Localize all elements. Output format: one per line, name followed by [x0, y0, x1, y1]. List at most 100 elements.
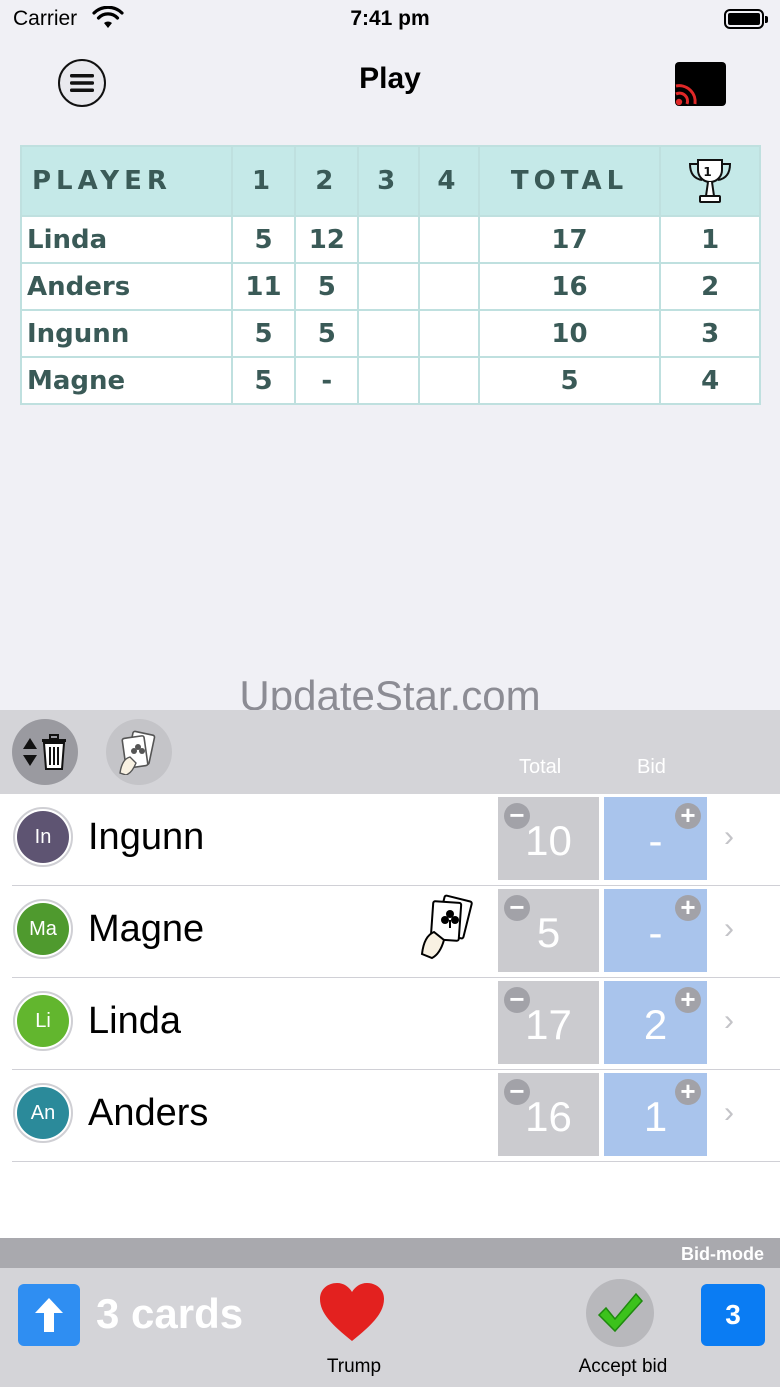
cast-icon	[675, 84, 697, 106]
header-round-2: 2	[294, 145, 360, 217]
row-round-4	[417, 309, 480, 358]
row-total: 5	[477, 356, 662, 405]
player-name: Magne	[88, 908, 205, 950]
row-round-2: 12	[294, 215, 360, 264]
status-bar: Carrier 7:41 pm	[0, 0, 780, 40]
total-value: 16	[525, 1093, 572, 1140]
avatar: Ma	[13, 899, 73, 959]
row-round-2: 5	[294, 262, 360, 311]
table-row: Linda 5 12 17 1	[20, 215, 761, 264]
row-player-name: Magne	[20, 356, 233, 405]
bid-value: -	[648, 909, 663, 956]
player-name: Ingunn	[88, 816, 205, 858]
header-total: TOTAL	[477, 145, 662, 217]
row-player-name: Ingunn	[20, 309, 233, 358]
row-round-4	[417, 262, 480, 311]
mode-label: Bid-mode	[681, 1244, 764, 1264]
row-place: 4	[659, 356, 761, 405]
list-item[interactable]: In Ingunn − 10 + - ›	[0, 794, 780, 886]
trophy-icon: 1	[689, 159, 732, 203]
score-table-header: PLAYER 1 2 3 4 TOTAL 1	[20, 145, 761, 217]
row-round-1: 5	[230, 215, 297, 264]
score-table: PLAYER 1 2 3 4 TOTAL 1 Linda 5 12 17 1 A…	[20, 145, 761, 405]
bid-value: 2	[643, 1001, 668, 1048]
avatar: In	[13, 807, 73, 867]
cards-up-button[interactable]	[18, 1284, 80, 1346]
table-row: Anders 11 5 16 2	[20, 262, 761, 311]
list-item[interactable]: Li Linda − 17 + 2 ›	[0, 978, 780, 1070]
avatar: An	[13, 1083, 73, 1143]
row-place: 3	[659, 309, 761, 358]
row-round-4	[417, 356, 480, 405]
row-player-name: Linda	[20, 215, 233, 264]
row-round-3	[357, 262, 420, 311]
chevron-right-icon[interactable]: ›	[724, 1004, 734, 1038]
accept-bid-button[interactable]	[586, 1279, 654, 1347]
total-value: 5	[536, 909, 561, 956]
clock-label: 7:41 pm	[350, 7, 430, 30]
chevron-right-icon[interactable]: ›	[724, 1096, 734, 1130]
battery-icon	[724, 9, 768, 29]
row-round-1: 5	[230, 309, 297, 358]
svg-text:1: 1	[703, 165, 716, 179]
bid-cell: + 1	[604, 1073, 707, 1156]
row-total: 17	[477, 215, 662, 264]
row-round-2: -	[294, 356, 360, 405]
list-item[interactable]: Ma Magne − 5 + - ›	[0, 886, 780, 978]
reorder-delete-button[interactable]	[12, 719, 78, 785]
avatar-initials: Ma	[17, 903, 69, 955]
row-place: 2	[659, 262, 761, 311]
bid-cell: + -	[604, 889, 707, 972]
bid-column-header: Bid	[637, 756, 666, 778]
total-cell: − 17	[498, 981, 599, 1064]
table-row: Magne 5 - 5 4	[20, 356, 761, 405]
header-round-3: 3	[357, 145, 420, 217]
avatar-initials: Li	[17, 995, 69, 1047]
header-round-1: 1	[230, 145, 297, 217]
arrow-up-icon	[35, 1298, 63, 1332]
round-number-button[interactable]: 3	[701, 1284, 765, 1346]
avatar-initials: An	[17, 1087, 69, 1139]
total-cell: − 10	[498, 797, 599, 880]
cards-icon	[119, 730, 156, 775]
bid-value: 1	[643, 1093, 668, 1140]
total-cell: − 16	[498, 1073, 599, 1156]
row-round-3	[357, 309, 420, 358]
page-title: Play	[359, 62, 421, 95]
bid-cell: + -	[604, 797, 707, 880]
row-round-1: 5	[230, 356, 297, 405]
dealer-cards-icon	[418, 892, 482, 967]
header-place: 1	[659, 145, 761, 217]
player-name: Linda	[88, 1000, 181, 1042]
trump-label: Trump	[326, 1356, 382, 1377]
list-item[interactable]: An Anders − 16 + 1 ›	[0, 1070, 780, 1162]
header-player: PLAYER	[20, 145, 233, 217]
total-cell: − 5	[498, 889, 599, 972]
cards-button[interactable]	[106, 719, 172, 785]
row-total: 10	[477, 309, 662, 358]
player-name: Anders	[88, 1092, 209, 1134]
row-round-2: 5	[294, 309, 360, 358]
table-row: Ingunn 5 5 10 3	[20, 309, 761, 358]
mode-bar	[0, 1238, 780, 1268]
heart-icon	[320, 1283, 384, 1341]
row-total: 16	[477, 262, 662, 311]
chevron-right-icon[interactable]: ›	[724, 820, 734, 854]
avatar: Li	[13, 991, 73, 1051]
total-column-header: Total	[519, 756, 562, 778]
reorder-trash-icon	[23, 734, 66, 770]
trump-button[interactable]	[318, 1281, 386, 1348]
divider	[12, 1161, 780, 1162]
total-value: 10	[525, 817, 572, 864]
bid-value: -	[648, 817, 663, 864]
cast-button[interactable]	[675, 62, 726, 106]
checkmark-icon	[597, 1292, 643, 1333]
row-round-4	[417, 215, 480, 264]
row-player-name: Anders	[20, 262, 233, 311]
bid-cell: + 2	[604, 981, 707, 1064]
player-list: In Ingunn − 10 + - › Ma Magne − 5 + - › …	[0, 794, 780, 1238]
total-value: 17	[525, 1001, 572, 1048]
cards-count-label: 3 cards	[96, 1290, 244, 1337]
row-round-3	[357, 356, 420, 405]
chevron-right-icon[interactable]: ›	[724, 912, 734, 946]
